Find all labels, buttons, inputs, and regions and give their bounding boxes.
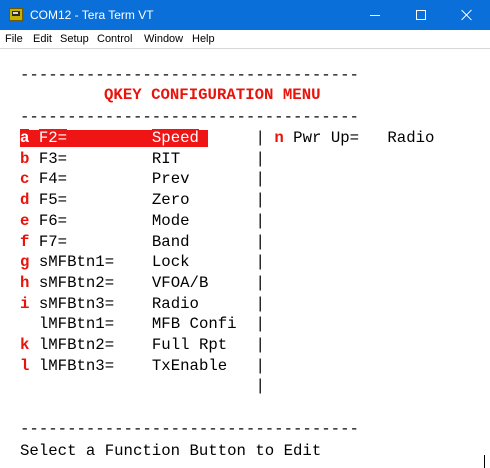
column-divider: | [255,356,265,375]
column-divider: | [255,336,265,354]
function-label: F5= [38,191,68,210]
function-key-letter[interactable]: k [20,336,29,354]
function-label: sMFBtn3= [38,294,115,313]
function-value: Lock [151,253,190,272]
column-divider: | [255,253,265,272]
menu-control[interactable]: Control [97,32,132,47]
function-label: sMFBtn2= [38,273,115,292]
function-label: Pwr Up= [293,129,360,147]
function-key-letter[interactable]: l [20,357,29,375]
function-label: lMFBtn2= [38,336,115,354]
function-key-letter[interactable]: e [20,212,29,230]
function-value: Full Rpt [151,336,228,354]
function-label: F7= [38,232,68,251]
function-key-letter[interactable]: a [20,129,30,147]
function-key-letter[interactable]: f [20,233,29,251]
function-value: Prev [151,170,190,189]
menu-edit[interactable]: Edit [33,32,52,47]
function-key-letter[interactable]: b [20,150,29,168]
close-icon [461,9,473,21]
function-label: sMFBtn1= [38,253,115,272]
function-value: MFB Confi [151,315,237,334]
function-value: Speed [151,129,199,147]
function-value: Mode [151,211,190,230]
menu-window[interactable]: Window [144,32,183,47]
column-divider: | [255,211,265,230]
prompt-text: Select a Function Button to Edit [20,442,322,460]
function-value: Radio [151,294,199,313]
menu-title: QKEY CONFIGURATION MENU [104,86,321,104]
text-caret [484,455,485,468]
function-value: TxEnable [151,356,228,375]
maximize-button[interactable] [398,0,444,30]
function-key-letter[interactable]: n [274,129,283,147]
column-divider: | [255,273,265,292]
separator-bottom: ------------------------------------ [20,420,359,438]
title-bar[interactable]: COM12 - Tera Term VT [0,0,490,30]
separator-top: ------------------------------------ [20,66,359,84]
separator-title: ------------------------------------ [20,108,359,126]
column-divider: | [255,149,265,168]
function-label: lMFBtn3= [38,356,115,375]
function-label: F6= [38,211,68,230]
window-title: COM12 - Tera Term VT [30,8,154,22]
function-key-letter[interactable]: g [20,253,29,271]
menu-help[interactable]: Help [192,32,215,47]
function-key-letter[interactable]: h [20,274,29,292]
column-divider: | [255,294,265,313]
column-divider: | [255,232,265,251]
minimize-icon [370,14,380,16]
close-button[interactable] [444,0,490,30]
function-value: Band [151,232,190,251]
menu-file[interactable]: File [5,32,23,47]
function-value: RIT [151,149,181,168]
function-label: F2= [38,129,68,147]
column-divider: | [255,170,265,189]
function-label: lMFBtn1= [38,315,115,334]
function-key-letter[interactable]: c [20,170,29,188]
function-value: VFOA/B [151,273,209,292]
teraterm-app-icon[interactable] [9,8,23,21]
maximize-icon [416,10,426,20]
column-divider: | [255,315,265,334]
function-label: F4= [38,170,68,189]
column-divider: | [255,377,265,396]
column-divider: | [255,129,265,147]
function-value: Radio [387,129,435,147]
menu-setup[interactable]: Setup [60,32,89,47]
function-label: F3= [38,149,68,168]
column-divider: | [255,191,265,210]
function-key-letter[interactable]: d [20,191,29,209]
function-key-letter[interactable]: i [20,295,29,313]
function-value: Zero [151,191,190,210]
terminal-screen[interactable]: ------------------------------------ QKE… [0,50,490,468]
menu-bar: File Edit Setup Control Window Help [0,30,490,49]
minimize-button[interactable] [352,0,398,30]
